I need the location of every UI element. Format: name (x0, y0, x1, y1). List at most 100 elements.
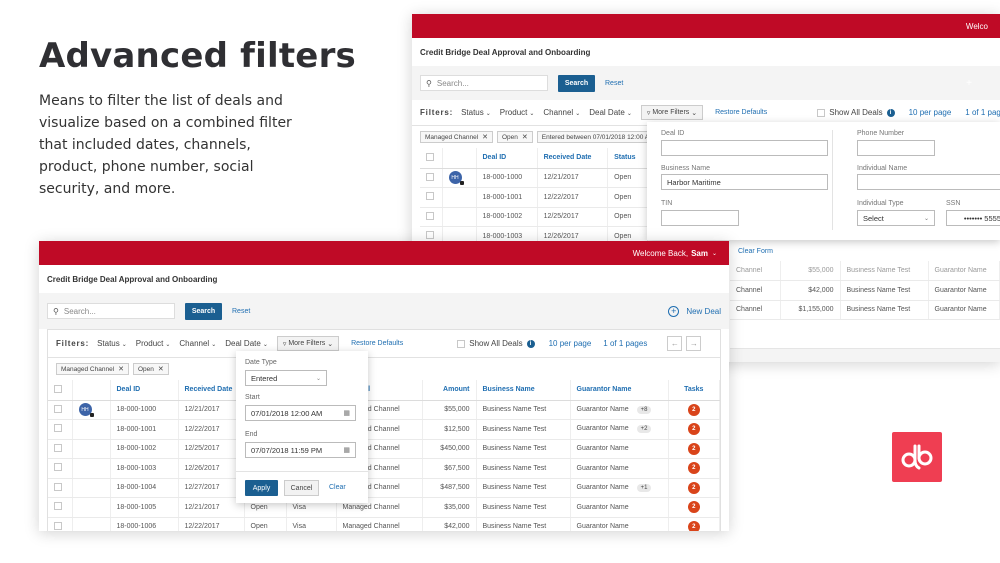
tasks-badge[interactable]: 2 (687, 462, 700, 475)
row-checkbox[interactable] (426, 172, 434, 181)
calendar-icon[interactable]: ▦ (343, 446, 350, 454)
filter-product[interactable]: Product ⌄ (500, 108, 535, 117)
show-all-deals-checkbox[interactable] (457, 339, 466, 348)
individual-name-field[interactable] (857, 174, 1000, 190)
row-checkbox[interactable] (426, 192, 434, 201)
user-name[interactable]: Sam (691, 249, 708, 258)
per-page-selector[interactable]: 10 per page (909, 108, 952, 117)
row-checkbox[interactable] (54, 443, 62, 452)
table-row[interactable]: 18-000-100212/25/2017OpenVisaManaged Cha… (48, 439, 720, 459)
close-icon[interactable]: ✕ (158, 365, 164, 373)
filter-product[interactable]: Product ⌄ (136, 339, 171, 348)
filter-deal-date[interactable]: Deal Date ⌄ (589, 108, 632, 117)
row-checkbox[interactable] (54, 463, 62, 472)
close-icon[interactable]: ✕ (522, 133, 528, 141)
apply-button[interactable]: Apply (245, 480, 278, 496)
deal-id-field[interactable] (661, 140, 828, 156)
info-icon[interactable]: i (886, 108, 895, 117)
more-guarantors-badge[interactable]: +1 (636, 483, 652, 492)
clear-link[interactable]: Clear (329, 484, 346, 491)
filter-chip[interactable]: Open ✕ (133, 363, 169, 375)
business-name-field[interactable]: Harbor Maritime (661, 174, 828, 190)
row-checkbox[interactable] (426, 231, 434, 240)
search-button[interactable]: Search (558, 74, 595, 92)
ssn-field[interactable]: ••••••• 5555 (946, 210, 1000, 226)
more-guarantors-badge[interactable]: +2 (636, 425, 652, 434)
filter-channel[interactable]: Channel ⌄ (179, 339, 216, 348)
end-date-field[interactable]: 07/07/2018 11:59 PM ▦ (245, 442, 356, 458)
avatar[interactable]: HH (448, 171, 464, 186)
more-filters-button[interactable]: ▿ More Filters ⌄ (276, 336, 340, 351)
avatar[interactable]: HH (78, 403, 94, 418)
column-header-deal-id[interactable]: Deal ID (110, 380, 179, 401)
cancel-button[interactable]: Cancel (284, 480, 319, 496)
table-row[interactable]: 18-000-100312/26/2017OpenVisaManaged Cha… (48, 458, 720, 479)
table-row[interactable]: HH18-000-100012/21/2017OpenVisaManaged C… (48, 400, 720, 420)
table-row[interactable]: Channel $1,155,000 Business Name Test Gu… (730, 300, 1000, 320)
tasks-badge[interactable]: 2 (687, 403, 700, 416)
more-filters-button[interactable]: ▿ More Filters ⌄ (640, 105, 704, 120)
table-row[interactable]: 18-000-100112/22/2017OpenVisaManaged Cha… (48, 419, 720, 440)
column-header-received-date[interactable]: Received Date (178, 380, 245, 401)
phone-number-field[interactable] (857, 140, 935, 156)
start-date-field[interactable]: 07/01/2018 12:00 AM ▦ (245, 405, 356, 421)
search-input[interactable]: ⚲ Search... (47, 303, 175, 319)
tasks-badge[interactable]: 2 (687, 501, 700, 514)
table-row[interactable]: 18-000-1001 12/22/2017 Open (420, 187, 648, 208)
reset-link[interactable]: Reset (232, 308, 250, 315)
show-all-deals-checkbox[interactable] (817, 108, 826, 117)
restore-defaults-link[interactable]: Restore Defaults (351, 340, 403, 347)
prev-page-button[interactable]: ← (667, 336, 683, 351)
select-all-checkbox[interactable] (426, 152, 434, 161)
column-header-amount[interactable]: Amount (422, 380, 477, 401)
table-row[interactable]: Channel $55,000 Business Name Test Guara… (730, 261, 1000, 281)
date-type-select[interactable]: Entered ⌄ (245, 370, 327, 386)
reset-link[interactable]: Reset (605, 80, 623, 87)
restore-defaults-link[interactable]: Restore Defaults (715, 109, 767, 116)
clear-form-link[interactable]: Clear Form (738, 248, 773, 255)
tin-field[interactable] (661, 210, 739, 226)
new-deal-button[interactable]: + New Deal (668, 305, 721, 317)
close-icon[interactable]: ✕ (482, 133, 488, 141)
next-page-button[interactable]: → (686, 336, 702, 351)
filter-chip[interactable]: Entered between 07/01/2018 12:00 A (536, 131, 655, 143)
column-header-business-name[interactable]: Business Name (476, 380, 571, 401)
column-header-deal-id[interactable]: Deal ID (476, 148, 538, 169)
table-row[interactable]: Channel $42,000 Business Name Test Guara… (730, 280, 1000, 301)
filter-chip[interactable]: Managed Channel ✕ (56, 363, 129, 375)
calendar-icon[interactable]: ▦ (343, 409, 350, 417)
table-row[interactable]: 18-000-1006 12/22/2017 Open Visa Managed Cha… (48, 517, 720, 531)
column-header-status[interactable]: Status (607, 148, 648, 169)
filter-channel[interactable]: Channel ⌄ (543, 108, 580, 117)
filter-status[interactable]: Status ⌄ (461, 108, 491, 117)
table-row[interactable]: 18-000-1005 12/21/2017 Open Visa Managed Cha… (48, 497, 720, 518)
tasks-badge[interactable]: 2 (687, 442, 700, 455)
table-row[interactable]: HH 18-000-1000 12/21/2017 Open (420, 168, 648, 188)
row-checkbox[interactable] (426, 211, 434, 220)
filter-status[interactable]: Status ⌄ (97, 339, 127, 348)
show-all-deals-toggle[interactable]: Show All Deals i (817, 108, 895, 117)
show-all-deals-toggle[interactable]: Show All Deals i (457, 339, 535, 348)
row-checkbox[interactable] (54, 502, 62, 511)
info-icon[interactable]: i (526, 339, 535, 348)
search-button[interactable]: Search (185, 302, 222, 320)
tasks-badge[interactable]: 2 (687, 481, 700, 494)
row-checkbox[interactable] (54, 521, 62, 530)
filter-deal-date[interactable]: Deal Date ⌄ (225, 339, 268, 348)
filter-chip[interactable]: Open ✕ (497, 131, 533, 143)
plus-icon[interactable]: + (966, 78, 972, 89)
column-header-guarantor-name[interactable]: Guarantor Name (570, 380, 669, 401)
tasks-badge[interactable]: 2 (687, 423, 700, 436)
tasks-badge[interactable]: 2 (687, 520, 700, 531)
row-checkbox[interactable] (54, 404, 62, 413)
welcome-text[interactable]: Welco (966, 22, 988, 31)
per-page-selector[interactable]: 10 per page (549, 339, 592, 348)
close-icon[interactable]: ✕ (118, 365, 124, 373)
filter-chip[interactable]: Managed Channel ✕ (420, 131, 493, 143)
more-guarantors-badge[interactable]: +8 (636, 405, 652, 414)
row-checkbox[interactable] (54, 482, 62, 491)
column-header-tasks[interactable]: Tasks (668, 380, 720, 401)
chevron-down-icon[interactable]: ⌄ (712, 250, 717, 257)
table-row[interactable]: 18-000-1002 12/25/2017 Open (420, 207, 648, 227)
select-all-checkbox[interactable] (54, 384, 62, 393)
